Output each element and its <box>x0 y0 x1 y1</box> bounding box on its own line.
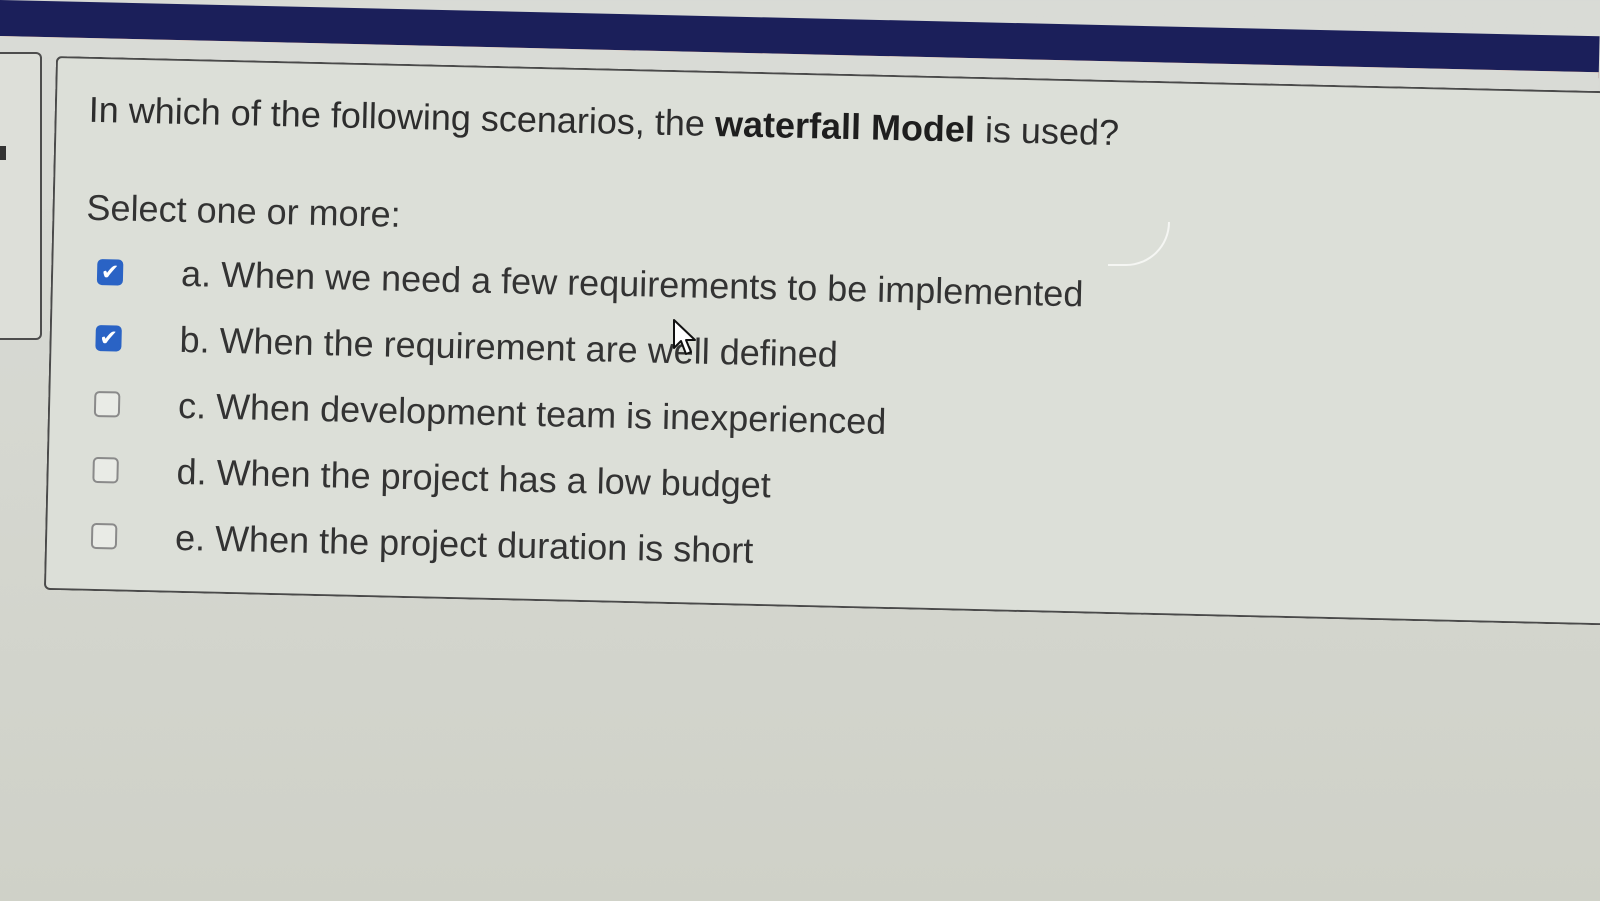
question-prefix: In which of the following scenarios, the <box>88 88 716 144</box>
option-a-checkbox[interactable]: ✔ <box>96 258 124 286</box>
left-navigation-panel[interactable] <box>0 52 42 340</box>
option-e-checkbox[interactable] <box>90 522 118 550</box>
option-c-label[interactable]: c. When development team is inexperience… <box>178 385 887 443</box>
selection-instruction: Select one or more: <box>86 186 402 235</box>
question-text: In which of the following scenarios, the… <box>88 89 1119 154</box>
option-b-checkbox[interactable]: ✔ <box>95 324 122 352</box>
option-c-checkbox[interactable] <box>93 390 121 418</box>
option-d-label[interactable]: d. When the project has a low budget <box>176 451 771 506</box>
answer-options: ✔ a. When we need a few requirements to … <box>90 239 1084 591</box>
question-emphasis: waterfall Model <box>714 102 976 150</box>
panel-marker <box>0 146 6 160</box>
option-a-label[interactable]: a. When we need a few requirements to be… <box>181 253 1084 315</box>
question-card: In which of the following scenarios, the… <box>43 56 1600 626</box>
option-e-label[interactable]: e. When the project duration is short <box>175 517 754 572</box>
option-d-checkbox[interactable] <box>92 456 119 484</box>
question-suffix: is used? <box>974 108 1120 154</box>
mouse-pointer-icon <box>673 319 696 355</box>
option-b-label[interactable]: b. When the requirement are well defined <box>179 319 838 376</box>
